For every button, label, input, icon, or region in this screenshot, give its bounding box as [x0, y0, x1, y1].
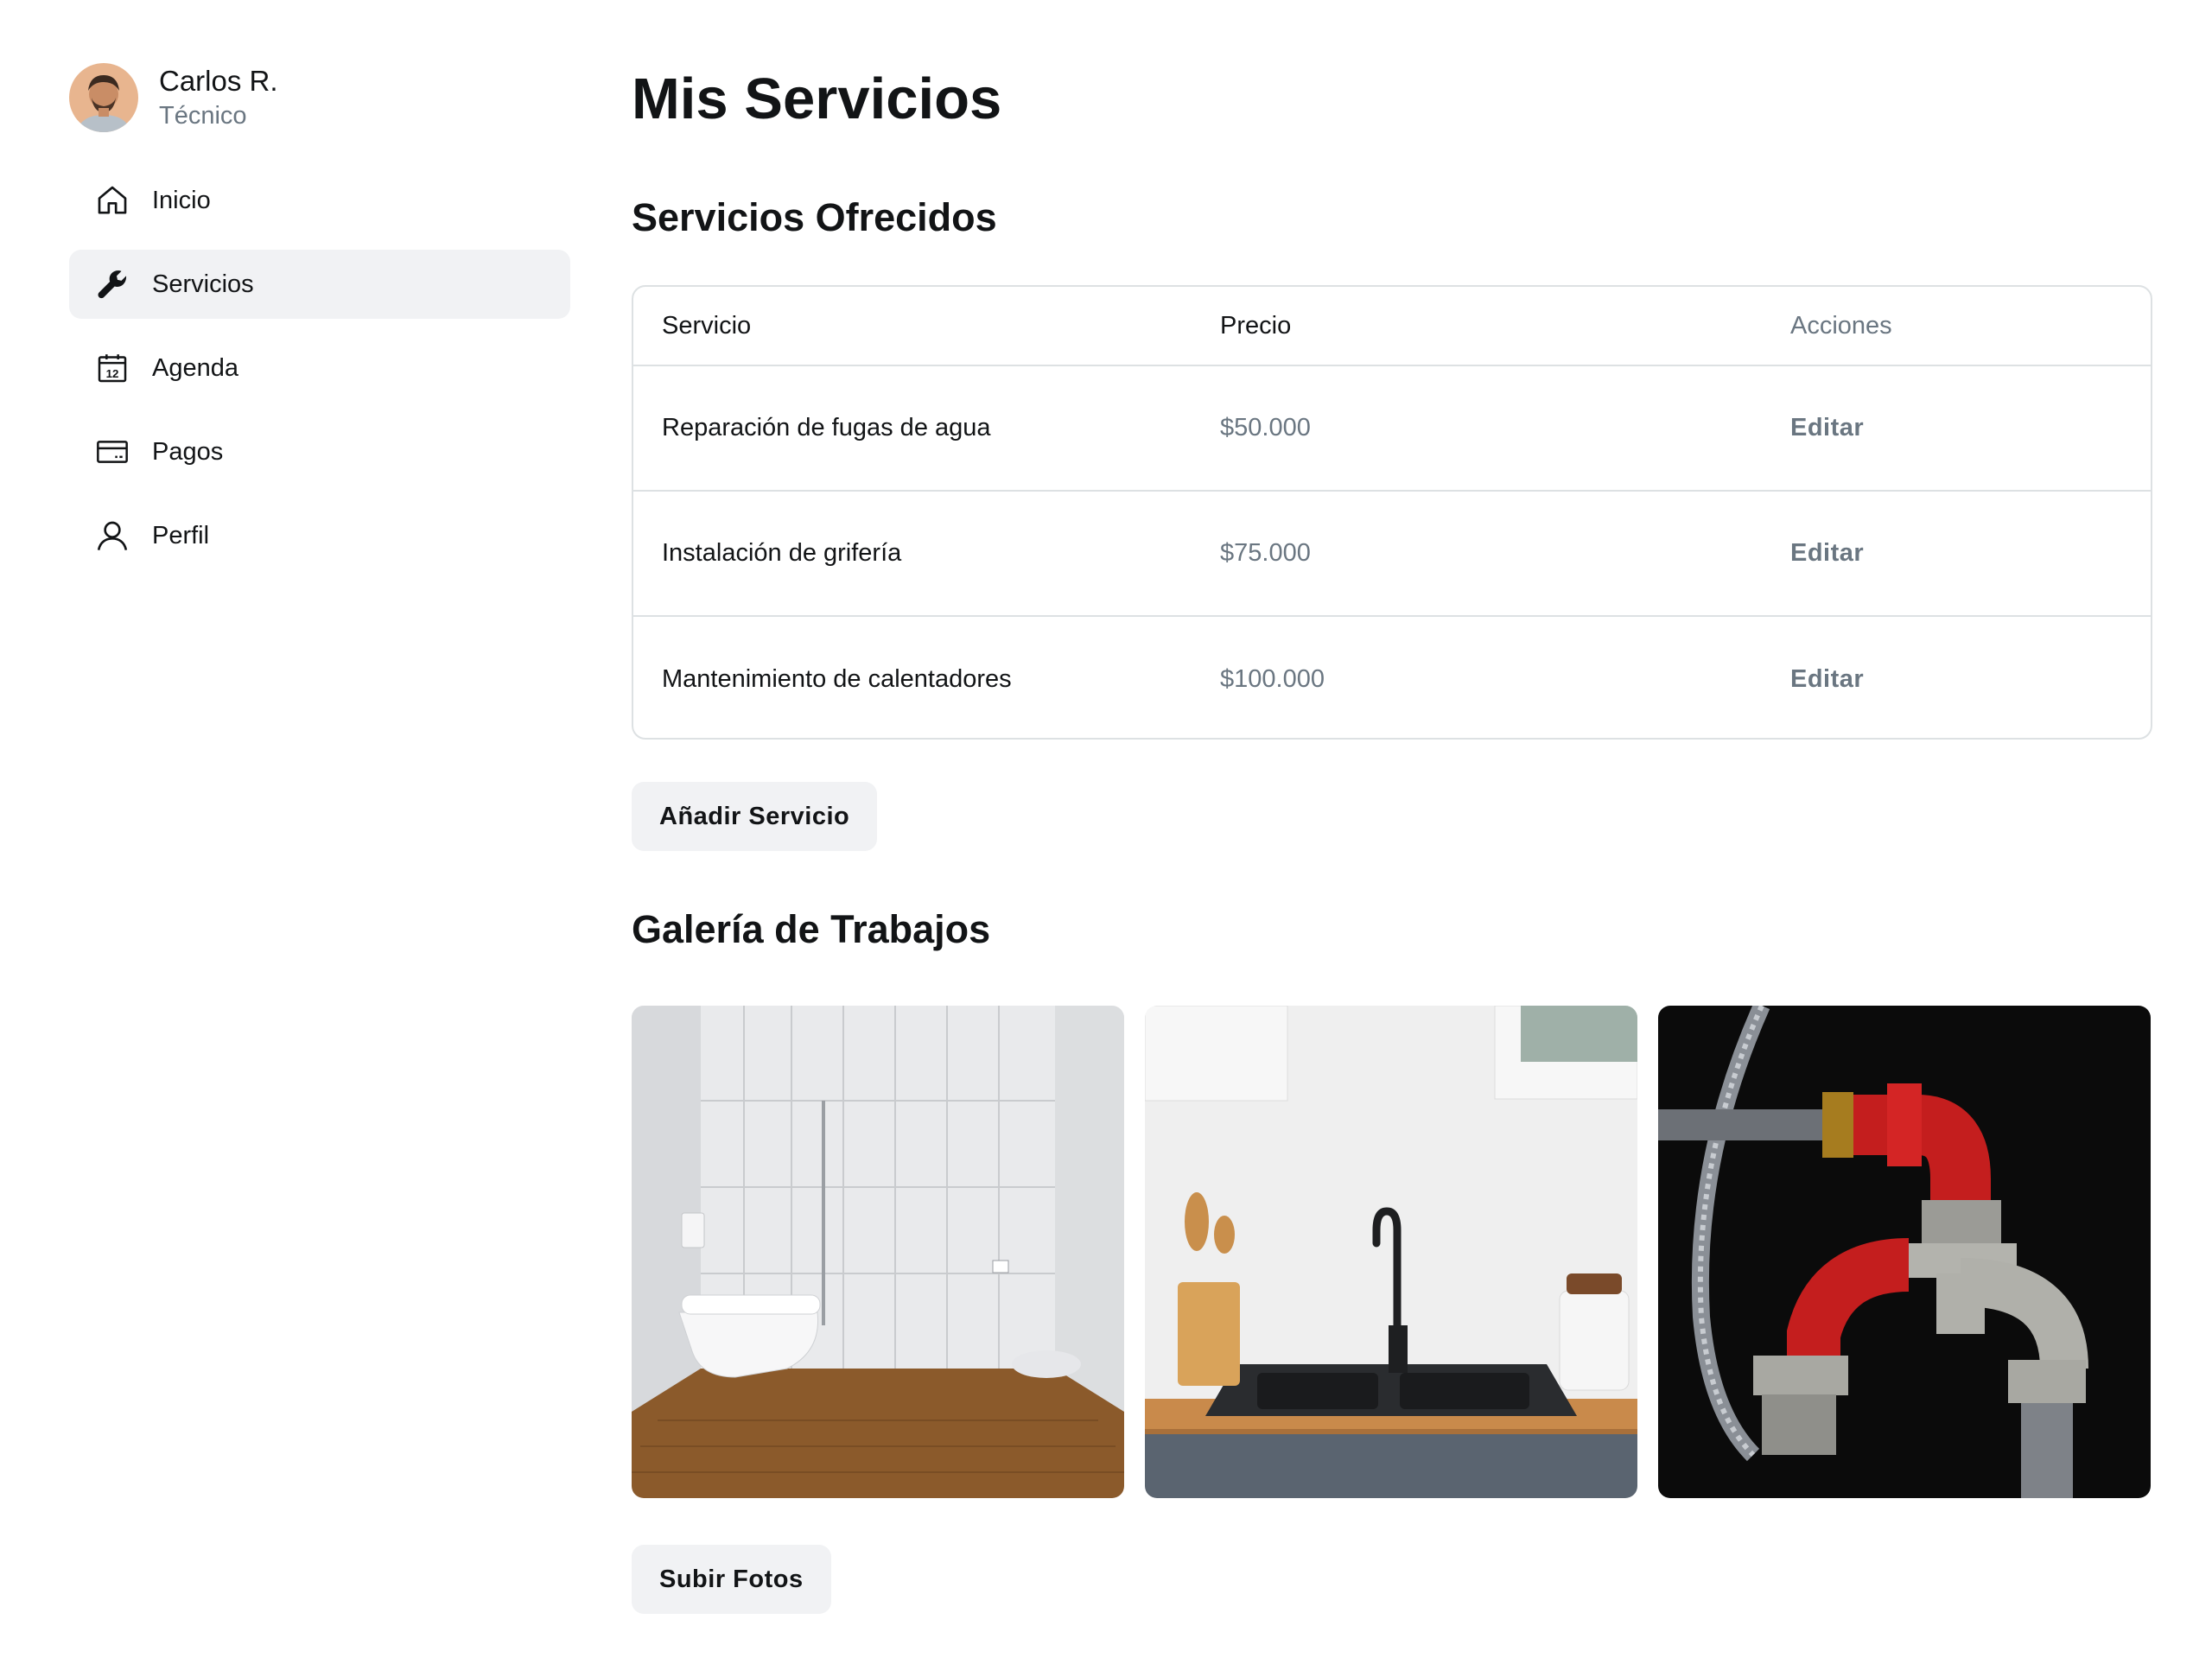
- sidebar-item-label: Pagos: [152, 437, 224, 466]
- services-table: Servicio Precio Acciones Reparación de f…: [632, 285, 2152, 740]
- calendar-icon: 12: [93, 349, 131, 387]
- sidebar-item-label: Servicios: [152, 270, 254, 298]
- wrench-icon: [93, 265, 131, 303]
- services-heading: Servicios Ofrecidos: [632, 195, 997, 239]
- user-name: Carlos R.: [159, 65, 278, 97]
- kitchen-sink-photo[interactable]: [1145, 1006, 1637, 1498]
- sidebar-item-label: Agenda: [152, 353, 238, 382]
- service-price: $50.000: [1220, 414, 1311, 441]
- table-header: Servicio Precio Acciones: [633, 287, 2151, 366]
- edit-link[interactable]: Editar: [1790, 414, 1864, 442]
- sidebar-item-agenda[interactable]: 12 Agenda: [69, 333, 570, 403]
- table-row: Reparación de fugas de agua $50.000 Edit…: [633, 366, 2151, 492]
- sidebar-item-inicio[interactable]: Inicio: [69, 166, 570, 235]
- sidebar-item-label: Inicio: [152, 186, 211, 214]
- user-profile: Carlos R. Técnico: [69, 60, 570, 135]
- svg-text:12: 12: [106, 367, 119, 380]
- pipes-photo[interactable]: [1658, 1006, 2151, 1498]
- gallery-heading: Galería de Trabajos: [632, 907, 991, 951]
- service-name: Mantenimiento de calentadores: [662, 665, 1012, 693]
- service-price: $75.000: [1220, 539, 1311, 567]
- add-service-button[interactable]: Añadir Servicio: [632, 782, 878, 851]
- service-price: $100.000: [1220, 665, 1325, 693]
- sidebar-item-label: Perfil: [152, 521, 210, 549]
- service-name: Instalación de grifería: [662, 539, 902, 567]
- edit-link[interactable]: Editar: [1790, 539, 1864, 568]
- table-row: Instalación de grifería $75.000 Editar: [633, 492, 2151, 617]
- page-title: Mis Servicios: [632, 67, 1002, 131]
- column-header-precio: Precio: [1220, 311, 1292, 340]
- table-row: Mantenimiento de calentadores $100.000 E…: [633, 617, 2151, 738]
- home-icon: [93, 181, 131, 219]
- edit-link[interactable]: Editar: [1790, 665, 1864, 694]
- user-role: Técnico: [159, 102, 247, 130]
- credit-card-icon: [93, 433, 131, 471]
- sidebar-item-perfil[interactable]: Perfil: [69, 501, 570, 570]
- column-header-acciones: Acciones: [1790, 311, 1892, 340]
- sidebar-nav: Inicio Servicios 12 Agenda Pagos Perfil: [69, 166, 570, 585]
- column-header-servicio: Servicio: [662, 311, 752, 340]
- sidebar-item-servicios[interactable]: Servicios: [69, 250, 570, 319]
- avatar: [69, 63, 138, 132]
- upload-photos-button[interactable]: Subir Fotos: [632, 1545, 831, 1614]
- work-gallery: [632, 1006, 2152, 1498]
- sidebar: Carlos R. Técnico Inicio Servicios 12 Ag…: [69, 60, 570, 550]
- user-icon: [93, 517, 131, 555]
- bathroom-photo[interactable]: [632, 1006, 1124, 1498]
- sidebar-item-pagos[interactable]: Pagos: [69, 417, 570, 486]
- service-name: Reparación de fugas de agua: [662, 414, 991, 441]
